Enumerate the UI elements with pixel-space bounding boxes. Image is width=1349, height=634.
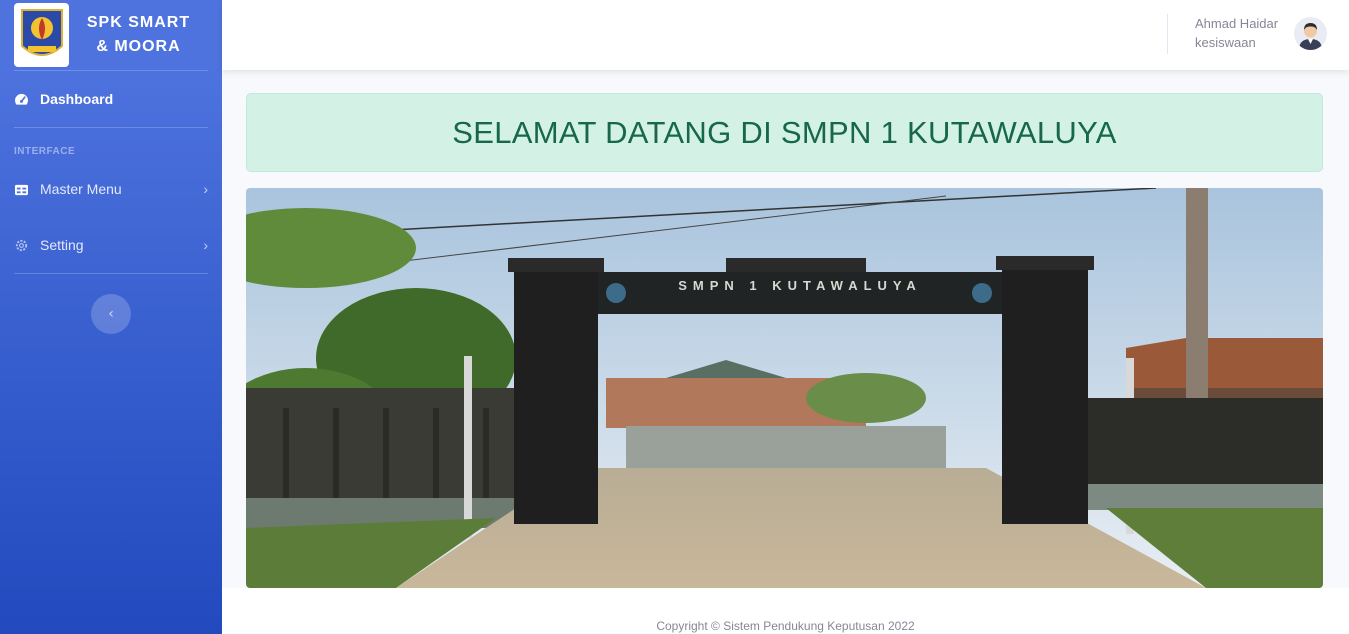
welcome-alert: SELAMAT DATANG DI SMPN 1 KUTAWALUYA	[246, 93, 1323, 172]
sidebar-item-dashboard[interactable]: Dashboard	[0, 71, 222, 127]
school-gate-photo: SMPN 1 KUTAWALUYA	[246, 188, 1323, 588]
sidebar-item-label: Dashboard	[40, 91, 114, 107]
table-icon	[14, 183, 32, 196]
brand-title: SPK SMART & MOORA	[69, 11, 208, 59]
topbar-divider	[1167, 14, 1168, 54]
tachometer-icon	[14, 93, 32, 106]
user-info: Ahmad Haidar kesiswaan	[1195, 14, 1278, 52]
welcome-text: SELAMAT DATANG DI SMPN 1 KUTAWALUYA	[452, 114, 1117, 150]
gear-icon	[14, 238, 32, 253]
brand-logo	[14, 3, 69, 67]
brand-title-line2: & MOORA	[96, 38, 181, 55]
user-dropdown[interactable]: Ahmad Haidar kesiswaan	[1195, 14, 1328, 52]
sidebar-brand[interactable]: SPK SMART & MOORA	[0, 0, 222, 70]
copyright-text: Copyright © Sistem Pendukung Keputusan 2…	[656, 619, 915, 633]
avatar	[1294, 16, 1328, 50]
gate-sign-text: SMPN 1 KUTAWALUYA	[678, 278, 922, 293]
sidebar: SPK SMART & MOORA Dashboard INTERFACE Ma…	[0, 0, 222, 634]
user-role: kesiswaan	[1195, 35, 1256, 50]
chevron-right-icon: ›	[203, 237, 208, 253]
sidebar-item-setting[interactable]: Setting ›	[0, 217, 222, 273]
sidebar-item-label: Setting	[40, 237, 84, 253]
sidebar-item-master-menu[interactable]: Master Menu ›	[0, 161, 222, 217]
sidebar-item-label: Master Menu	[40, 181, 122, 197]
brand-title-line1: SPK SMART	[86, 14, 191, 31]
chevron-right-icon: ›	[203, 181, 208, 197]
sidebar-toggle-button[interactable]: ‹	[91, 294, 131, 334]
chevron-left-icon: ‹	[108, 306, 114, 322]
user-name: Ahmad Haidar	[1195, 16, 1279, 31]
sidebar-heading: INTERFACE	[14, 146, 76, 157]
sidebar-divider	[14, 273, 208, 274]
topbar: Ahmad Haidar kesiswaan	[222, 0, 1349, 70]
footer: Copyright © Sistem Pendukung Keputusan 2…	[222, 588, 1349, 634]
